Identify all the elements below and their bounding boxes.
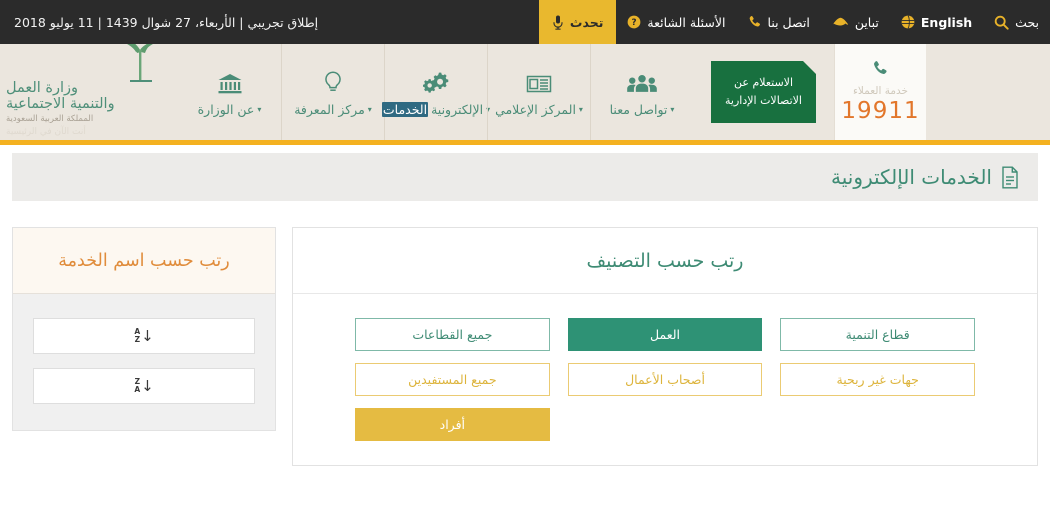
category-grid-spacer-center <box>568 408 763 441</box>
customer-care-block[interactable]: خدمة العملاء 19911 <box>834 44 926 140</box>
palm-emblem-icon <box>108 44 172 94</box>
page-title-band-wrap: الخدمات الإلكترونية <box>0 145 1050 201</box>
nav-item-label: ▾ المركز الإعلامي <box>495 102 583 117</box>
document-icon <box>1000 166 1020 189</box>
nav-item-e-services[interactable]: ▾ الإلكترونية الخدمات <box>381 44 490 140</box>
customer-care-label: خدمة العملاء <box>852 85 909 97</box>
sort-by-name-body: ↓ A Z ↓ Z A <box>13 294 275 430</box>
sort-by-category-header: رتب حسب التصنيف <box>293 228 1037 294</box>
faq-link[interactable]: ? الأسئلة الشائعة <box>616 0 736 44</box>
people-icon <box>627 71 657 95</box>
category-button-grid: قطاع التنمية العمل جميع القطاعات جهات غي… <box>355 318 975 441</box>
admin-contacts-line-2: الاتصالات الإدارية <box>725 94 802 107</box>
contrast-link[interactable]: تباين <box>821 0 890 44</box>
category-button-labor[interactable]: العمل <box>567 318 763 351</box>
sort-by-name-title: رتب حسب اسم الخدمة <box>58 250 230 271</box>
speak-button[interactable]: تحدث <box>538 0 617 44</box>
down-arrow-icon: ↓ <box>141 326 154 345</box>
contrast-label: تباين <box>854 14 879 30</box>
microphone-icon <box>552 15 564 30</box>
brand-line-4: أنت الآن في الرئيسية <box>6 126 86 137</box>
category-button-all-sectors[interactable]: جميع القطاعات <box>355 318 550 351</box>
footer-partial-row <box>0 500 1050 518</box>
nav-item-about-ministry[interactable]: ▾ عن الوزارة <box>178 44 281 140</box>
speak-label: تحدث <box>569 14 604 30</box>
sort-by-name-panel: رتب حسب اسم الخدمة ↓ A Z ↓ Z A <box>12 227 276 431</box>
nav-eservices-rest: الإلكترونية <box>431 102 484 117</box>
lightbulb-icon <box>323 71 343 95</box>
sort-by-category-body: قطاع التنمية العمل جميع القطاعات جهات غي… <box>293 294 1037 465</box>
nav-item-contact-us[interactable]: ▾ تواصل معنا <box>590 44 693 140</box>
sort-ascending-icon: ↓ A Z <box>134 326 154 345</box>
content-area: رتب حسب اسم الخدمة ↓ A Z ↓ Z A رتب حسب ا… <box>0 201 1050 466</box>
main-navigation: وزارة العمل والتنمية الاجتماعية المملكة … <box>0 44 1050 145</box>
category-button-all-beneficiaries[interactable]: جميع المستفيدين <box>355 363 550 396</box>
bank-icon <box>217 71 243 95</box>
sort-by-name-header: رتب حسب اسم الخدمة <box>13 228 275 294</box>
newspaper-icon <box>526 71 552 95</box>
customer-care-number: 19911 <box>841 98 920 124</box>
category-button-individuals[interactable]: أفراد <box>355 408 550 441</box>
language-label: English <box>920 14 973 30</box>
admin-contacts-line-1: الاستعلام عن <box>734 75 793 89</box>
sort-z-a-button[interactable]: ↓ Z A <box>33 368 255 404</box>
sort-descending-icon: ↓ Z A <box>134 376 154 395</box>
page-title: الخدمات الإلكترونية <box>831 165 992 189</box>
nav-item-knowledge-center[interactable]: ▾ مركز المعرفة <box>281 44 384 140</box>
contrast-icon <box>832 15 849 29</box>
page-title-band: الخدمات الإلكترونية <box>12 153 1038 201</box>
nav-item-media-center[interactable]: ▾ المركز الإعلامي <box>487 44 590 140</box>
category-grid-spacer-left <box>780 408 975 441</box>
question-circle-icon: ? <box>627 15 641 29</box>
phone-icon <box>872 60 889 81</box>
brand-line-2: والتنمية الاجتماعية <box>6 95 115 112</box>
top-utility-bar: إطلاق تجريبي | الأربعاء، 27 شوال 1439 | … <box>0 0 1050 44</box>
brand-line-1: وزارة العمل <box>6 79 79 96</box>
admin-contacts-inquiry-button[interactable]: الاستعلام عن الاتصالات الإدارية <box>711 61 816 123</box>
globe-icon <box>901 15 915 29</box>
nav-eservices-selected-text: الخدمات <box>381 102 429 117</box>
nav-item-label: ▾ مركز المعرفة <box>294 102 372 117</box>
sort-by-category-panel: رتب حسب التصنيف قطاع التنمية العمل جميع … <box>292 227 1038 466</box>
category-button-development-sector[interactable]: قطاع التنمية <box>780 318 975 351</box>
nav-item-label: ▾ عن الوزارة <box>197 102 262 117</box>
footer-spacer <box>0 466 1050 500</box>
contact-label: اتصل بنا <box>767 14 810 30</box>
chevron-down-icon: ▾ <box>367 104 372 114</box>
phone-icon <box>748 15 762 29</box>
sort-a-z-button[interactable]: ↓ A Z <box>33 318 255 354</box>
sort-by-category-title: رتب حسب التصنيف <box>586 249 744 272</box>
nav-item-label: ▾ الإلكترونية الخدمات <box>381 102 490 117</box>
down-arrow-icon: ↓ <box>141 376 154 395</box>
sort-za-bottom-letter: A <box>134 385 141 394</box>
nav-item-list: ▾ عن الوزارة ▾ مركز المعرفة ▾ الإلكتروني… <box>178 44 693 140</box>
chevron-down-icon: ▾ <box>578 104 583 114</box>
brand-line-3: المملكة العربية السعودية <box>6 113 94 124</box>
sort-az-bottom-letter: Z <box>134 335 141 344</box>
announcement-text: إطلاق تجريبي | الأربعاء، 27 شوال 1439 | … <box>14 14 319 30</box>
top-utility-links: تحدث ? الأسئلة الشائعة اتصل بنا تباين En… <box>538 0 1050 44</box>
chevron-down-icon: ▾ <box>257 104 262 114</box>
category-button-business-owners[interactable]: أصحاب الأعمال <box>567 363 763 396</box>
nav-item-label: ▾ تواصل معنا <box>609 102 675 117</box>
language-link[interactable]: English <box>890 0 983 44</box>
faq-label: الأسئلة الشائعة <box>647 14 726 30</box>
chevron-down-icon: ▾ <box>670 104 675 114</box>
admin-contacts-button-wrap: الاستعلام عن الاتصالات الإدارية <box>693 44 834 140</box>
category-button-nonprofit-entities[interactable]: جهات غير ربحية <box>780 363 975 396</box>
gears-icon <box>422 71 450 95</box>
search-icon <box>994 15 1009 30</box>
search-label: بحث <box>1015 14 1039 30</box>
ministry-logo[interactable]: وزارة العمل والتنمية الاجتماعية المملكة … <box>0 44 178 140</box>
search-link[interactable]: بحث <box>983 0 1050 44</box>
contact-link[interactable]: اتصل بنا <box>737 0 821 44</box>
svg-text:?: ? <box>632 18 637 28</box>
